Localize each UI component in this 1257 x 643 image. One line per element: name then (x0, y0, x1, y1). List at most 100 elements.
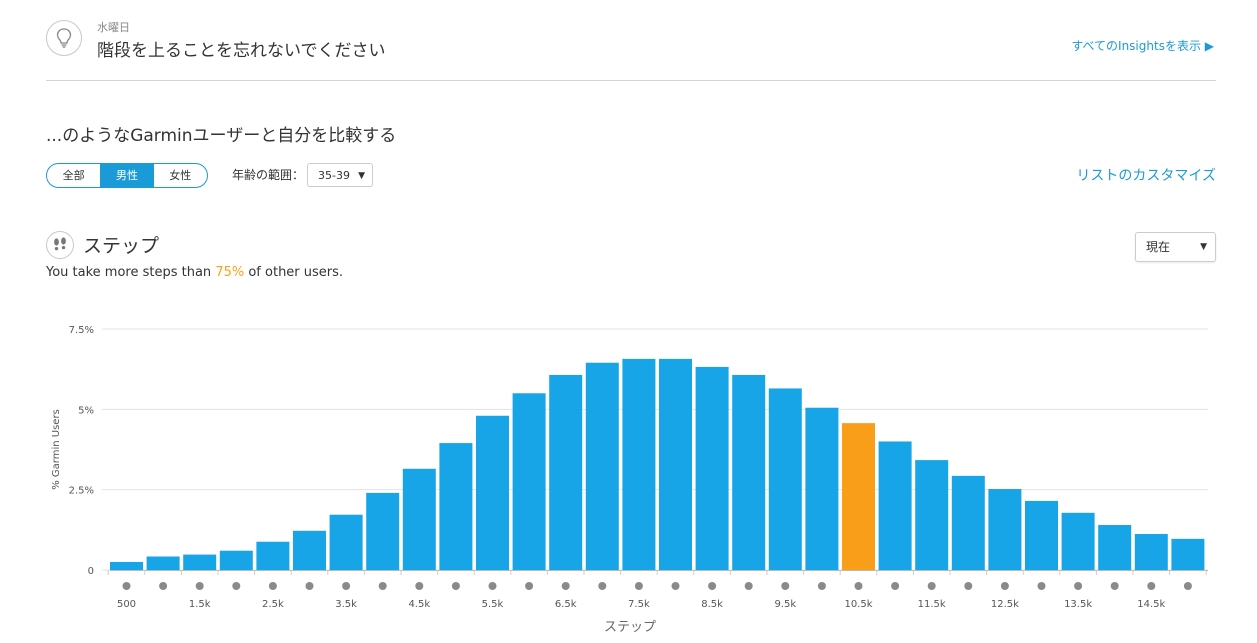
bin-marker-dot (1147, 582, 1156, 590)
bar (1098, 525, 1132, 570)
period-select[interactable]: 現在 ▼ (1135, 232, 1216, 262)
bar (622, 358, 656, 570)
y-axis-label: % Garmin Users (51, 409, 62, 490)
bar (805, 407, 839, 570)
lightbulb-icon (46, 20, 82, 56)
bin-marker-dot (268, 582, 277, 590)
x-tick-label: 8.5k (701, 599, 723, 610)
insight-title: 階段を上ることを忘れないでください (97, 41, 386, 61)
insight-banner: 水曜日 階段を上ることを忘れないでください すべてのInsightsを表示 ▶ (46, 18, 1216, 81)
insight-day: 水曜日 (97, 21, 130, 34)
bin-marker-dot (927, 582, 936, 590)
bar (110, 561, 143, 570)
bar (768, 388, 802, 570)
x-tick-label: 13.5k (1064, 599, 1092, 610)
bar (695, 366, 729, 570)
bar (988, 489, 1022, 570)
bin-marker-dot (964, 582, 973, 590)
bar (293, 530, 326, 570)
x-tick-label: 9.5k (774, 599, 796, 610)
x-tick-label: 5.5k (482, 599, 504, 610)
bar (549, 374, 583, 570)
bar (659, 358, 692, 570)
sentence-prefix: You take more steps than (46, 265, 216, 280)
sentence-suffix: of other users. (244, 265, 344, 280)
bin-marker-dot (671, 582, 680, 590)
bin-marker-dot (342, 582, 351, 590)
bin-marker-dot (378, 582, 387, 590)
x-tick-label: 3.5k (335, 599, 357, 610)
gender-segmented-control: 全部 男性 女性 (46, 163, 208, 188)
bin-marker-dot (854, 582, 863, 590)
bin-marker-dot (634, 582, 643, 590)
bar (146, 556, 180, 570)
bar (512, 393, 546, 570)
age-range-label: 年齢の範囲： (232, 168, 305, 182)
x-tick-label: 14.5k (1137, 599, 1165, 610)
steps-distribution-chart: 0 2.5% 5% 7.5% % Garmin Users 500 1.5k 2.5k 3.5k… (51, 325, 1208, 635)
bin-marker-dot (744, 582, 753, 590)
bin-marker-dot (232, 582, 241, 590)
x-tick-label: 500 (117, 599, 136, 610)
steps-title: ステップ (83, 235, 160, 257)
bin-marker-dot (891, 582, 900, 590)
segment-all[interactable]: 全部 (47, 164, 100, 187)
y-tick-label: 2.5% (69, 486, 94, 497)
bin-marker-dot (159, 582, 168, 590)
bar (329, 514, 363, 570)
x-tick-label: 2.5k (262, 599, 284, 610)
segment-male[interactable]: 男性 (100, 164, 154, 187)
bin-marker-dot (1074, 582, 1083, 590)
bar (915, 460, 949, 570)
bin-marker-dot (1183, 582, 1192, 590)
bin-marker-dot (1000, 582, 1009, 590)
bar (256, 541, 290, 570)
bar (1061, 512, 1095, 570)
bin-marker-dot (1037, 582, 1046, 590)
bin-marker-dot (525, 582, 534, 590)
x-tick-label: 10.5k (844, 599, 872, 610)
y-tick-label: 7.5% (69, 325, 94, 336)
bar (878, 441, 912, 570)
period-value: 現在 (1146, 240, 1171, 254)
bin-marker-dot (561, 582, 570, 590)
bar (951, 475, 985, 570)
caret-down-icon: ▼ (1200, 242, 1207, 252)
x-tick-label: 4.5k (408, 599, 430, 610)
bin-marker-dot (708, 582, 717, 590)
bar (732, 374, 766, 570)
bar (1134, 534, 1168, 570)
x-tick-label: 1.5k (189, 599, 211, 610)
x-tick-label: 7.5k (628, 599, 650, 610)
customize-list-link[interactable]: リストのカスタマイズ (1076, 165, 1216, 185)
footprints-icon (46, 231, 74, 259)
bar (585, 362, 619, 570)
bar (183, 554, 217, 570)
bar (1171, 538, 1205, 570)
view-all-insights-link[interactable]: すべてのInsightsを表示 ▶ (1071, 37, 1214, 54)
age-range-select[interactable]: 35-39 ▼ (307, 163, 373, 187)
compare-heading: ...のようなGarminユーザーと自分を比較する (46, 126, 397, 146)
age-range-value: 35-39 (318, 169, 350, 182)
steps-comparison-text: You take more steps than 75% of other us… (46, 265, 343, 280)
bin-marker-dot (817, 582, 826, 590)
x-axis-label: ステップ (604, 620, 656, 635)
bar (476, 415, 509, 570)
bar (402, 468, 436, 570)
x-tick-label: 6.5k (555, 599, 577, 610)
bin-marker-dot (305, 582, 314, 590)
y-tick-label: 0 (88, 566, 94, 577)
percentile-value: 75% (215, 265, 245, 280)
bin-marker-dot (415, 582, 424, 590)
bar (439, 443, 473, 570)
bin-marker-dot (781, 582, 790, 590)
bar (366, 492, 400, 570)
bar (842, 423, 875, 570)
bin-marker-dot (488, 582, 497, 590)
caret-down-icon: ▼ (358, 171, 365, 181)
segment-female[interactable]: 女性 (154, 164, 207, 187)
x-tick-label: 11.5k (918, 599, 946, 610)
bin-marker-dot (598, 582, 607, 590)
bin-marker-dot (122, 582, 131, 590)
x-tick-label: 12.5k (991, 599, 1019, 610)
